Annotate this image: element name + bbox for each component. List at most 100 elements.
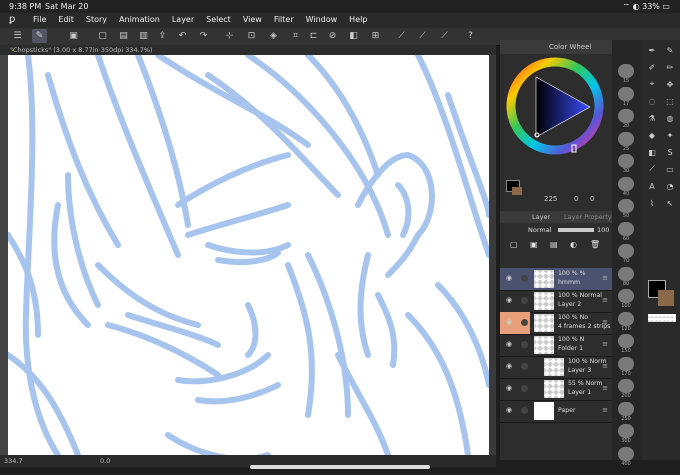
invert-selection-icon[interactable]: ◧: [346, 29, 361, 43]
drawing-canvas[interactable]: [8, 55, 489, 455]
opacity-slider[interactable]: [558, 228, 594, 232]
menu-item-select[interactable]: Select: [206, 15, 231, 24]
layer-menu-icon[interactable]: ≡: [602, 340, 608, 348]
brush-size-option[interactable]: 50: [618, 199, 634, 219]
menu-item-filter[interactable]: Filter: [274, 15, 294, 24]
ruler-tool-icon[interactable]: ⟋: [644, 162, 660, 176]
zoom-value[interactable]: 334.7: [4, 457, 23, 465]
mask-icon[interactable]: ◐: [570, 240, 577, 249]
clear-icon[interactable]: ⊡: [244, 29, 259, 43]
pen-mode-icon[interactable]: ✎: [32, 29, 47, 43]
brush-icon[interactable]: ✒: [644, 43, 660, 57]
layer-row[interactable]: ◉ Paper ≡: [500, 400, 612, 423]
layer-menu-icon[interactable]: ≡: [602, 406, 608, 414]
brush-size-option[interactable]: 20: [618, 109, 634, 129]
brush-size-option[interactable]: 30: [618, 154, 634, 174]
blend-icon[interactable]: ◍: [662, 111, 678, 125]
sub-color-icon[interactable]: [658, 290, 674, 306]
new-folder-icon[interactable]: ▤: [550, 240, 558, 249]
correct-line-icon[interactable]: ⌇: [644, 196, 660, 210]
layer-lock-toggle[interactable]: [521, 407, 528, 414]
airbrush-icon[interactable]: ⚗: [644, 111, 660, 125]
gradient-icon[interactable]: ◧: [644, 145, 660, 159]
snap-grid-icon[interactable]: ⟋: [437, 29, 452, 43]
ruler-icon[interactable]: ⟋: [394, 29, 409, 43]
eye-icon[interactable]: ◉: [506, 296, 512, 304]
deselect-icon[interactable]: ⊹: [222, 29, 237, 43]
eye-icon[interactable]: ◉: [506, 318, 512, 326]
save-icon[interactable]: ▥: [136, 29, 151, 43]
brush-size-option[interactable]: 80: [618, 266, 634, 287]
layer-lock-toggle[interactable]: [521, 385, 528, 392]
brush-size-option[interactable]: 170: [618, 356, 634, 377]
snap-icon[interactable]: ⟋: [415, 29, 430, 43]
chevron-down-icon[interactable]: ⌄: [10, 45, 492, 53]
layer-menu-icon[interactable]: ≡: [602, 296, 608, 304]
dropper-icon[interactable]: ⌖: [644, 77, 660, 91]
new-vector-layer-icon[interactable]: ▣: [530, 240, 538, 249]
fill-icon[interactable]: ◈: [266, 29, 281, 43]
eye-icon[interactable]: ◉: [506, 406, 512, 414]
opacity-value[interactable]: 100: [597, 226, 609, 234]
move-icon[interactable]: ✥: [662, 77, 678, 91]
layer-menu-icon[interactable]: ≡: [602, 384, 608, 392]
undo-icon[interactable]: ↶: [175, 29, 190, 43]
eraser-icon[interactable]: ✐: [644, 60, 660, 74]
new-file-icon[interactable]: ▢: [95, 29, 110, 43]
balloon-icon[interactable]: ◔: [662, 179, 678, 193]
blend-mode-select[interactable]: Normal: [528, 226, 552, 234]
layer-lock-toggle[interactable]: [521, 319, 528, 326]
gallery-icon[interactable]: ▣: [66, 29, 81, 43]
menu-item-edit[interactable]: Edit: [58, 15, 74, 24]
layer-row[interactable]: ◉ 100 % Norm Layer 3 ≡: [500, 356, 612, 379]
brush-size-option[interactable]: 150: [618, 334, 634, 354]
menu-item-story[interactable]: Story: [86, 15, 107, 24]
rotation-value[interactable]: 0.0: [100, 457, 110, 465]
pen-icon[interactable]: ✎: [662, 43, 678, 57]
layer-lock-toggle[interactable]: [521, 275, 528, 282]
select-icon[interactable]: ⬚: [662, 94, 678, 108]
text-icon[interactable]: A: [644, 179, 660, 193]
layer-row[interactable]: ◉ 100 % N Folder 1 ≡: [500, 334, 612, 357]
pencil-icon[interactable]: ✏: [662, 60, 678, 74]
eye-icon[interactable]: ◉: [506, 340, 512, 348]
layer-lock-toggle[interactable]: [521, 297, 528, 304]
operation-icon[interactable]: ↖: [662, 196, 678, 210]
brush-size-option[interactable]: 300: [618, 424, 634, 444]
layer-menu-icon[interactable]: ≡: [602, 274, 608, 282]
layer-row[interactable]: ◉ 100 % Normal Layer 2 ≡: [500, 290, 612, 313]
brush-size-option[interactable]: 100: [618, 289, 634, 309]
eye-icon[interactable]: ◉: [506, 274, 512, 282]
vertical-scrollbar[interactable]: [489, 55, 496, 455]
delete-layer-icon[interactable]: 🗑: [590, 240, 600, 249]
redo-icon[interactable]: ↷: [196, 29, 211, 43]
frame-icon[interactable]: ▭: [662, 162, 678, 176]
menu-item-layer[interactable]: Layer: [172, 15, 194, 24]
tab-layer-property[interactable]: Layer Property: [564, 213, 612, 221]
brush-size-option[interactable]: 250: [618, 401, 634, 422]
brush-size-option[interactable]: 120: [618, 311, 634, 332]
color-wheel-tab[interactable]: Color Wheel: [500, 40, 612, 54]
eye-icon[interactable]: ◉: [506, 384, 512, 392]
layer-lock-toggle[interactable]: [521, 341, 528, 348]
brush-size-option[interactable]: 60: [618, 221, 634, 242]
document-tab[interactable]: "Chopsticks" (3.00 x 8.77in 350dpi 334.7…: [0, 45, 496, 55]
help-icon[interactable]: ?: [463, 29, 478, 43]
new-raster-layer-icon[interactable]: ▢: [510, 240, 518, 249]
menu-item-view[interactable]: View: [243, 15, 262, 24]
brush-size-option[interactable]: 70: [618, 244, 634, 264]
layer-row[interactable]: ◉ 100 % % hmmm ≡: [500, 268, 612, 291]
figure-icon[interactable]: S: [662, 145, 678, 159]
select-all-icon[interactable]: ⊞: [368, 29, 383, 43]
hide-selection-icon[interactable]: ⊘: [325, 29, 340, 43]
layer-row[interactable]: ◉ 55 % Norm Layer 1 ≡: [500, 378, 612, 401]
transparent-color-icon[interactable]: [648, 314, 676, 322]
transform-icon[interactable]: ⌗: [288, 29, 303, 43]
brush-size-option[interactable]: 200: [618, 379, 634, 399]
lasso-icon[interactable]: ◌: [644, 94, 660, 108]
tab-layer[interactable]: Layer: [532, 213, 550, 221]
app-logo-icon[interactable]: ꝑ: [9, 14, 15, 25]
menu-item-window[interactable]: Window: [306, 15, 338, 24]
color-wheel[interactable]: [506, 57, 604, 155]
crop-icon[interactable]: ⊏: [306, 29, 321, 43]
